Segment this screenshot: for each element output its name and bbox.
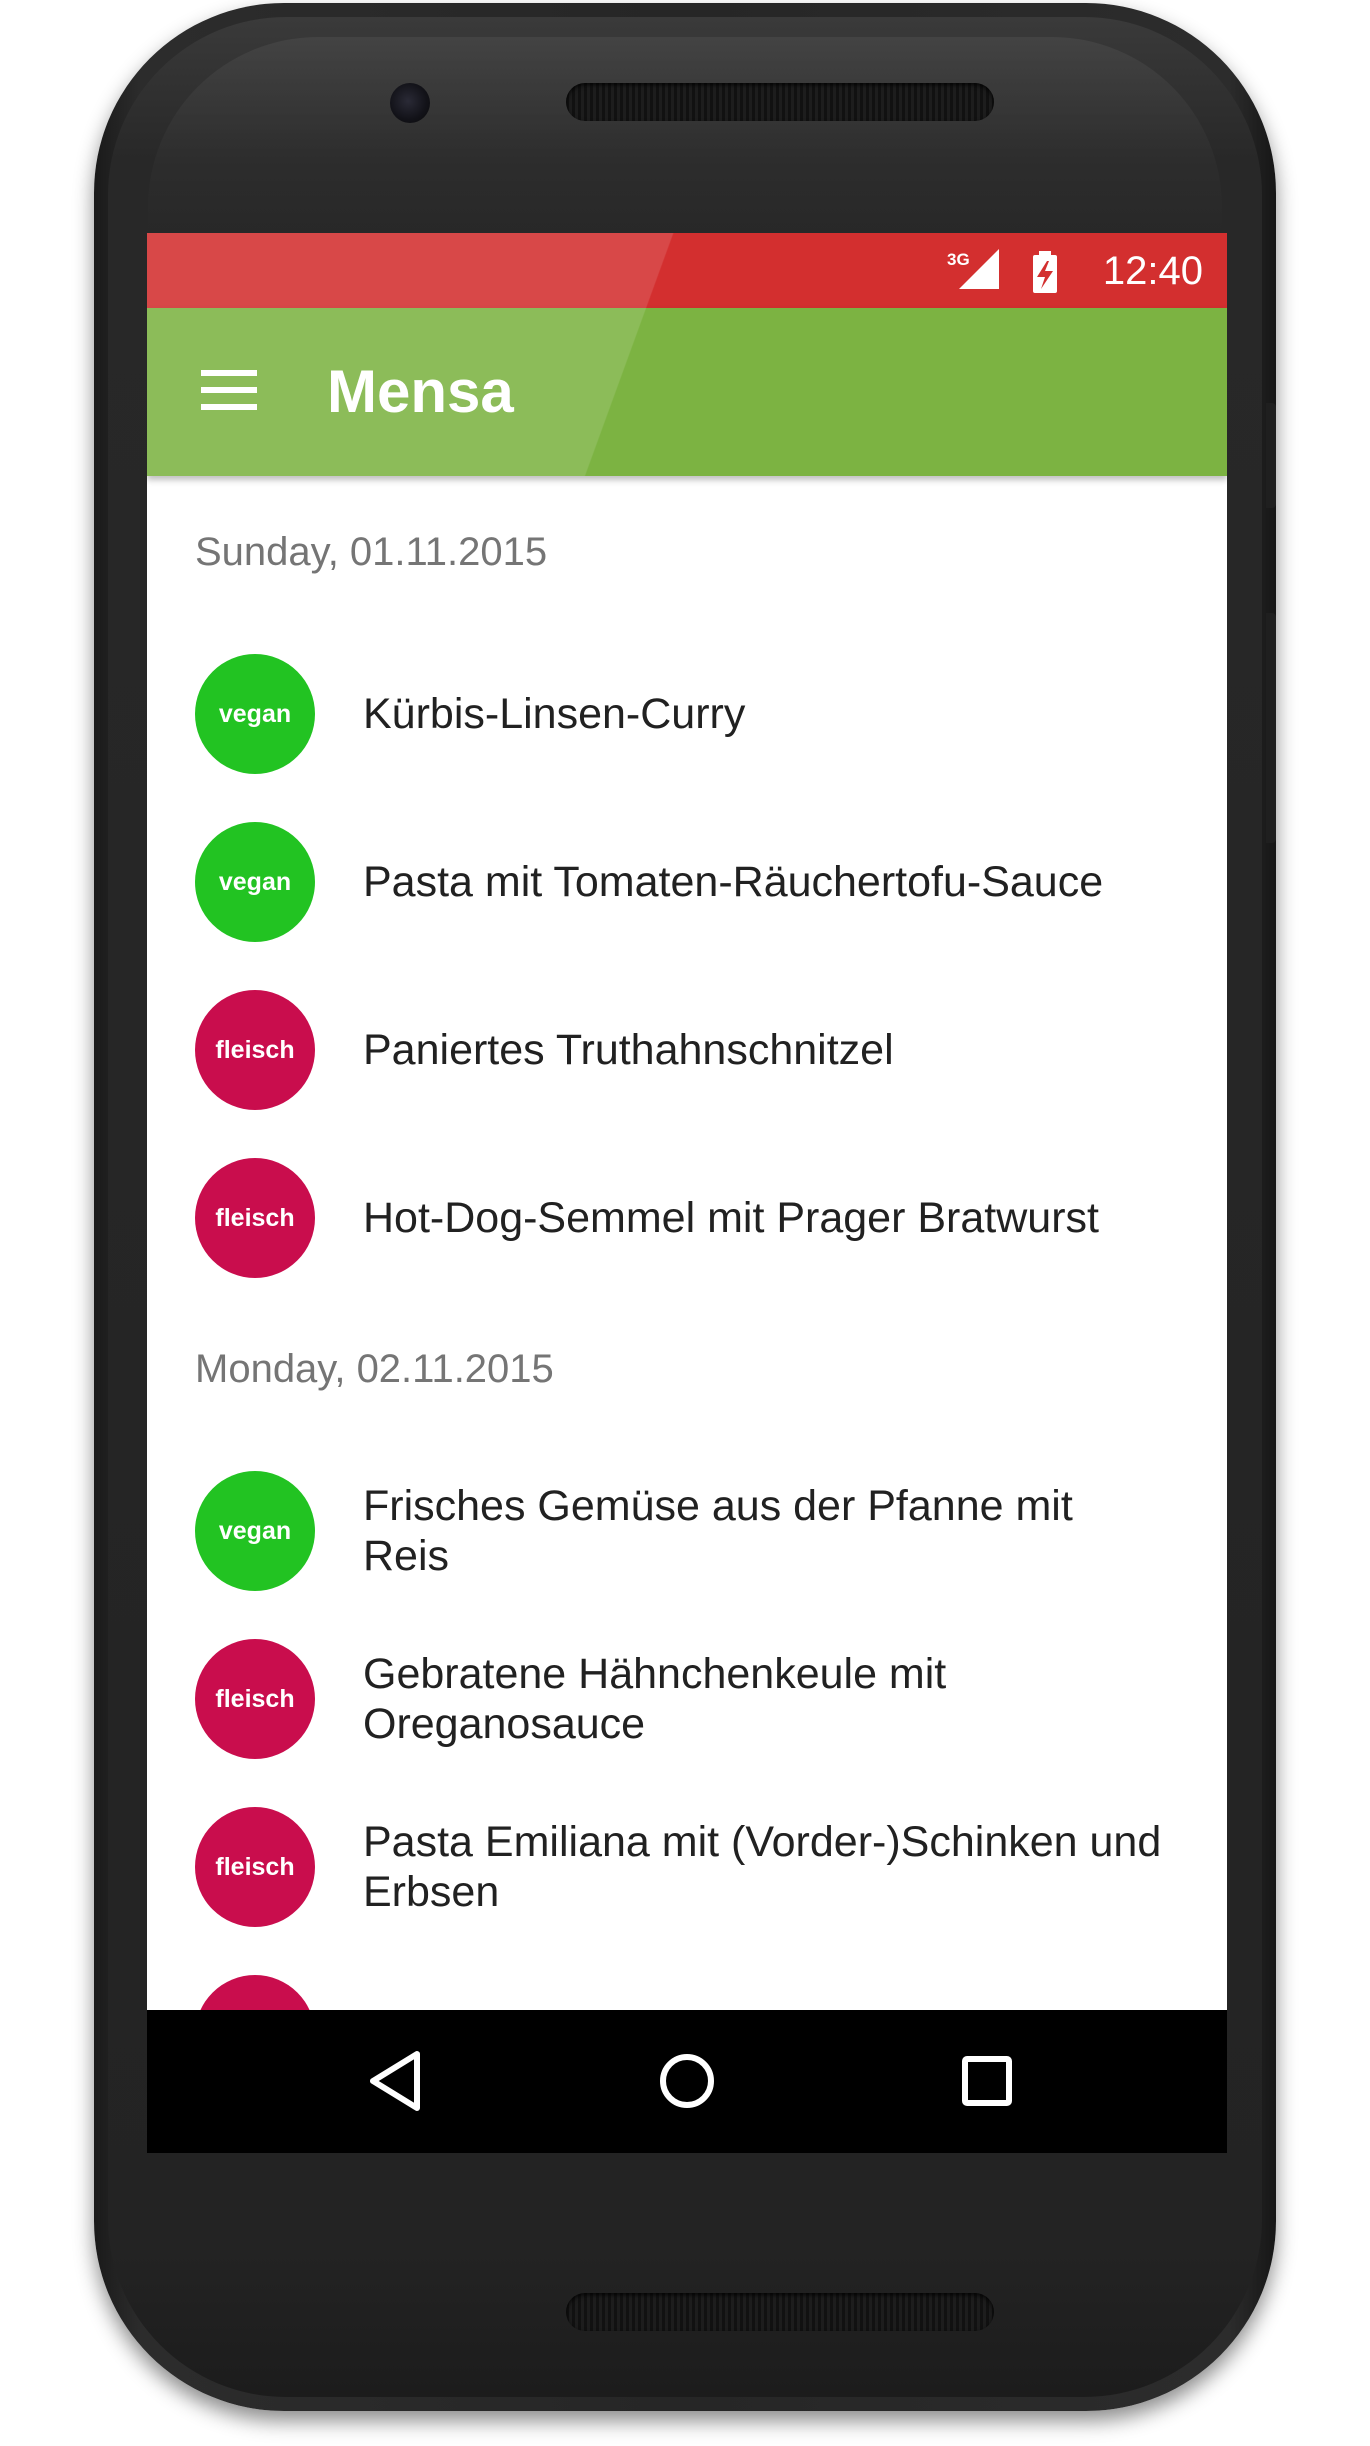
fleisch-badge — [195, 1975, 315, 2010]
day-header: Sunday, 01.11.2015 — [195, 530, 548, 574]
volume-button — [1266, 403, 1276, 508]
signal-3g-icon: 3G — [947, 249, 1057, 293]
vegan-badge: vegan — [195, 1471, 315, 1591]
meal-list[interactable]: Sunday, 01.11.2015 vegan Kürbis-Linsen-C… — [147, 476, 1227, 2010]
list-item[interactable]: fleisch Paniertes Truthahnschnitzel — [147, 966, 1227, 1134]
status-time: 12:40 — [1102, 249, 1203, 293]
list-item[interactable]: fleisch Gebratene Hähnchenkeule mit Oreg… — [147, 1615, 1227, 1783]
front-camera — [390, 83, 430, 123]
navigation-bar — [147, 2010, 1227, 2153]
list-item[interactable]: fleisch Pasta Emiliana mit (Vorder-)Schi… — [147, 1783, 1227, 1951]
meal-name: Paniertes Truthahnschnitzel — [363, 1026, 894, 1074]
meal-name: Hot-Dog-Semmel mit Prager Bratwurst — [363, 1194, 1099, 1242]
day-header: Monday, 02.11.2015 — [195, 1347, 554, 1391]
meal-name: Frisches Gemüse aus der Pfanne mit Reis — [363, 1482, 1073, 1580]
bottom-speaker-grille — [566, 2293, 994, 2331]
app-bar: Mensa — [147, 308, 1227, 476]
meal-name — [363, 1951, 1167, 2010]
meal-name: Pasta Emiliana mit (Vorder-)Schinken und… — [363, 1818, 1162, 1916]
list-item[interactable]: vegan Pasta mit Tomaten-Räuchertofu-Sauc… — [147, 798, 1227, 966]
network-type-label: 3G — [947, 250, 970, 269]
app-title: Mensa — [327, 358, 514, 425]
battery-charging-icon — [1033, 251, 1057, 293]
vegan-badge: vegan — [195, 822, 315, 942]
power-button — [1266, 613, 1276, 843]
list-item[interactable]: vegan Frisches Gemüse aus der Pfanne mit… — [147, 1447, 1227, 1615]
list-item[interactable]: vegan Kürbis-Linsen-Curry — [147, 630, 1227, 798]
meal-name: Kürbis-Linsen-Curry — [363, 690, 746, 738]
meal-name: Pasta mit Tomaten-Räuchertofu-Sauce — [363, 858, 1104, 906]
fleisch-badge: fleisch — [195, 1158, 315, 1278]
list-item[interactable] — [147, 1951, 1227, 2010]
fleisch-badge: fleisch — [195, 1807, 315, 1927]
home-circle-icon[interactable] — [652, 2046, 722, 2116]
hamburger-menu-icon[interactable] — [201, 370, 257, 410]
meal-name: Gebratene Hähnchenkeule mit Oreganosauce — [363, 1650, 947, 1748]
fleisch-badge: fleisch — [195, 990, 315, 1110]
screen: 3G 12:40 Mensa Sunday, 01.11.2015 vegan … — [147, 233, 1227, 2153]
recents-square-icon[interactable] — [952, 2046, 1022, 2116]
back-triangle-icon[interactable] — [361, 2046, 431, 2116]
vegan-badge: vegan — [195, 654, 315, 774]
status-bar: 3G 12:40 — [147, 233, 1227, 308]
top-speaker-grille — [566, 83, 994, 121]
list-item[interactable]: fleisch Hot-Dog-Semmel mit Prager Bratwu… — [147, 1134, 1227, 1302]
fleisch-badge: fleisch — [195, 1639, 315, 1759]
